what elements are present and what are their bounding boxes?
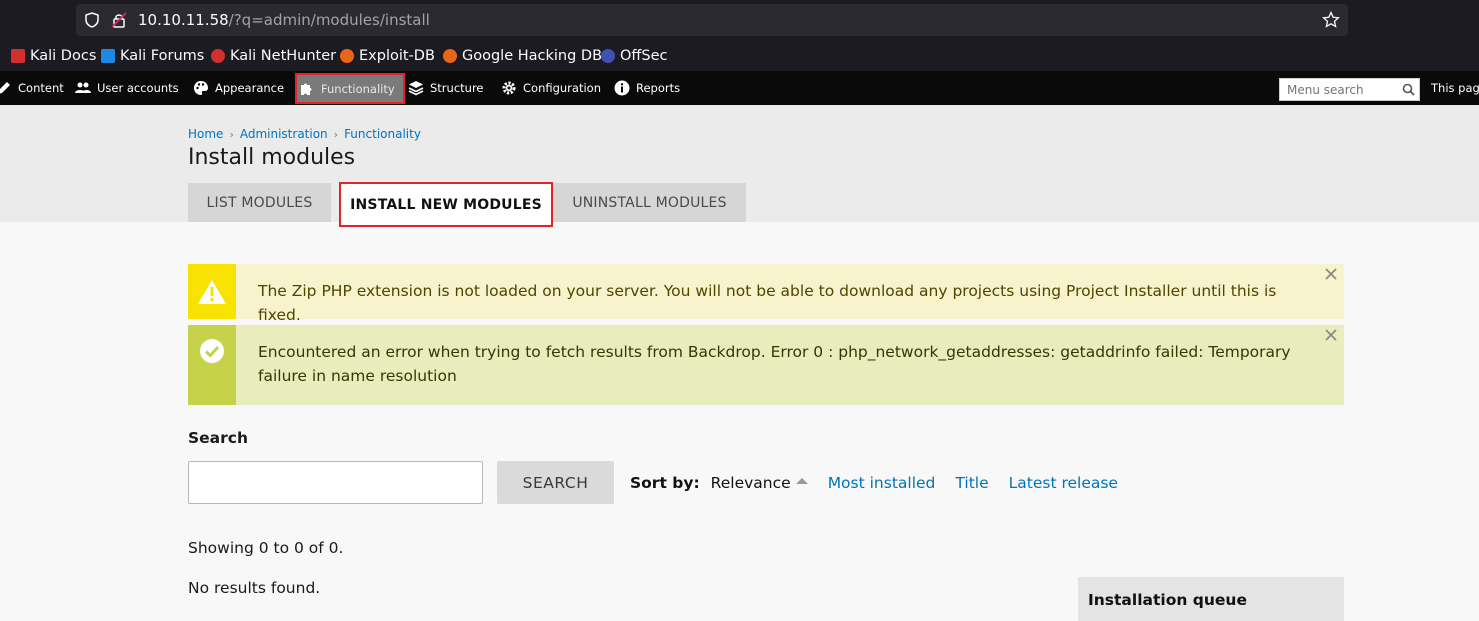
info-icon — [614, 80, 630, 96]
sort-ascending-icon — [795, 478, 808, 484]
breadcrumb-separator-icon: › — [229, 127, 234, 141]
bookmark-kali-nethunter[interactable]: Kali NetHunter — [211, 47, 336, 65]
puzzle-icon — [301, 83, 312, 95]
admin-menu-reports[interactable]: Reports — [614, 71, 680, 105]
status-message: Encountered an error when trying to fetc… — [188, 325, 1344, 405]
sort-label: Sort by: — [630, 474, 700, 492]
search-input[interactable] — [188, 461, 483, 504]
kali-nethunter-icon — [211, 49, 225, 63]
tab-uninstall-modules[interactable]: UNINSTALL MODULES — [553, 183, 746, 222]
offsec-icon — [601, 49, 615, 63]
bookmark-ghdb[interactable]: Google Hacking DB — [443, 47, 602, 65]
bookmark-label: OffSec — [620, 48, 668, 64]
admin-menu-appearance[interactable]: Appearance — [193, 71, 284, 105]
breadcrumb-administration[interactable]: Administration — [240, 127, 328, 141]
browser-toolbar: 10.10.11.58/?q=admin/modules/install — [0, 0, 1479, 40]
search-button[interactable]: SEARCH — [497, 461, 614, 504]
url-host: 10.10.11.58 — [138, 11, 229, 29]
url-path: /?q=admin/modules/install — [228, 11, 430, 29]
kali-docs-icon — [11, 49, 25, 63]
status-text: Encountered an error when trying to fetc… — [258, 343, 1291, 385]
search-icon[interactable] — [1402, 83, 1415, 96]
users-icon — [75, 82, 91, 93]
bookmark-label: Kali NetHunter — [230, 48, 337, 64]
installation-queue: Installation queue — [1078, 577, 1344, 621]
palette-icon — [194, 81, 208, 95]
admin-menu-structure[interactable]: Structure — [408, 71, 484, 105]
bookmark-label: Exploit-DB — [359, 48, 435, 64]
sort-relevance[interactable]: Relevance — [711, 474, 791, 492]
bookmark-star-icon[interactable] — [1322, 11, 1340, 29]
breadcrumb-functionality[interactable]: Functionality — [344, 127, 421, 141]
breadcrumb: Home › Administration › Functionality — [188, 127, 421, 141]
warning-icon — [198, 279, 226, 304]
bookmark-kali-docs[interactable]: Kali Docs — [11, 47, 96, 65]
bookmark-label: Google Hacking DB — [462, 48, 603, 64]
admin-menu-user-accounts[interactable]: User accounts — [75, 71, 179, 105]
search-label: Search — [188, 429, 249, 447]
tab-install-new-modules[interactable]: INSTALL NEW MODULES — [339, 182, 553, 227]
url-text[interactable]: 10.10.11.58/?q=admin/modules/install — [138, 11, 430, 29]
sort-latest-release[interactable]: Latest release — [1009, 474, 1118, 492]
close-icon[interactable] — [1324, 267, 1338, 281]
bookmark-kali-forums[interactable]: Kali Forums — [101, 47, 204, 65]
ghdb-icon — [443, 49, 457, 63]
no-results-text: No results found. — [188, 579, 321, 597]
tab-list-modules[interactable]: LIST MODULES — [188, 183, 331, 222]
lock-insecure-icon[interactable] — [111, 12, 127, 28]
check-circle-icon — [200, 339, 224, 363]
shield-icon[interactable] — [84, 12, 100, 28]
admin-menu-configuration[interactable]: Configuration — [501, 71, 601, 105]
gear-icon — [502, 81, 516, 95]
admin-menu-label: Structure — [430, 81, 484, 95]
breadcrumb-home[interactable]: Home — [188, 127, 223, 141]
sort-most-installed[interactable]: Most installed — [828, 474, 936, 492]
bookmark-label: Kali Docs — [30, 48, 97, 64]
admin-menu-label: User accounts — [97, 81, 179, 95]
installation-queue-title: Installation queue — [1088, 591, 1247, 609]
breadcrumb-separator-icon: › — [333, 127, 339, 141]
bookmarks-bar: Kali Docs Kali Forums Kali NetHunter Exp… — [0, 40, 1479, 71]
status-bar — [188, 325, 236, 405]
layers-icon — [408, 81, 424, 96]
exploit-db-icon — [340, 49, 354, 63]
bookmark-offsec[interactable]: OffSec — [601, 47, 668, 65]
admin-bar: Content User accounts Appearance Functio… — [0, 71, 1479, 105]
admin-menu-functionality[interactable]: Functionality — [295, 73, 405, 104]
warning-message: The Zip PHP extension is not loaded on y… — [188, 264, 1344, 324]
bookmark-exploit-db[interactable]: Exploit-DB — [340, 47, 435, 65]
admin-menu-label: Functionality — [321, 81, 395, 96]
pencil-icon — [0, 82, 10, 94]
warning-text: The Zip PHP extension is not loaded on y… — [258, 282, 1277, 324]
admin-menu-content[interactable]: Content — [0, 71, 64, 105]
menu-search-input[interactable] — [1280, 79, 1398, 101]
sort-title[interactable]: Title — [955, 474, 988, 492]
menu-search-box — [1279, 78, 1420, 101]
this-page-menu[interactable]: This page — [1431, 71, 1479, 105]
bookmark-label: Kali Forums — [120, 48, 205, 64]
close-icon[interactable] — [1324, 328, 1338, 342]
address-bar[interactable]: 10.10.11.58/?q=admin/modules/install — [76, 4, 1348, 36]
sort-controls: Sort by: Relevance Most installed Title … — [630, 474, 1138, 492]
admin-menu-label: Appearance — [215, 81, 285, 95]
admin-menu-label: Reports — [636, 81, 681, 95]
warning-bar — [188, 264, 236, 319]
admin-menu-label: Configuration — [523, 81, 601, 95]
page-title: Install modules — [188, 145, 356, 170]
admin-menu-label: Content — [18, 81, 64, 95]
kali-forums-icon — [101, 49, 115, 63]
results-count: Showing 0 to 0 of 0. — [188, 539, 344, 557]
